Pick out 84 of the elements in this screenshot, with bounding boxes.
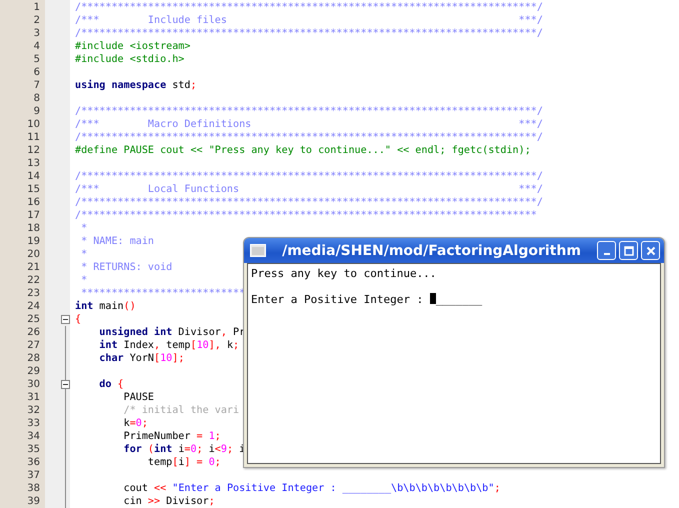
code-line: /*** Include files ***/ xyxy=(75,14,543,27)
line-number: 11 xyxy=(26,131,41,144)
line-number: 19 xyxy=(26,235,41,248)
line-number: 29 xyxy=(26,365,41,378)
code-line: PrimeNumber = 1; xyxy=(122,430,221,443)
line-number: 31 xyxy=(26,391,41,404)
line-number: 12 xyxy=(26,144,41,157)
code-line: temp[i] = 0; xyxy=(146,456,221,469)
code-line: /***************************************************************************/ xyxy=(75,131,543,144)
maximize-icon xyxy=(624,246,634,256)
line-number: 32 xyxy=(26,404,41,417)
minimize-icon xyxy=(604,253,610,255)
line-number: 34 xyxy=(26,430,41,443)
code-line: PAUSE xyxy=(122,391,154,404)
code-line: #define PAUSE cout << "Press any key to continue..." << endl; fgetc(stdin); xyxy=(75,144,531,157)
line-number: 33 xyxy=(26,417,41,430)
line-number: 28 xyxy=(26,352,41,365)
line-number: 18 xyxy=(26,222,41,235)
code-line: k=0; xyxy=(122,417,148,430)
code-line: * xyxy=(80,274,88,287)
fill-in-line[interactable]: _______ xyxy=(436,293,482,306)
line-number: 8 xyxy=(32,92,41,105)
code-line: /***************************************************************************/ xyxy=(75,196,543,209)
fold-toggle-icon[interactable] xyxy=(61,315,70,324)
line-number: 9 xyxy=(32,105,41,118)
line-number: 35 xyxy=(26,443,41,456)
code-line: * RETURNS: void xyxy=(80,261,172,274)
line-number: 24 xyxy=(26,300,41,313)
code-line: /***************************************************************************/ xyxy=(75,105,543,118)
code-line: * xyxy=(80,222,88,235)
code-line: /***************************************************************************/ xyxy=(75,27,543,40)
line-number: 14 xyxy=(26,170,41,183)
line-number: 23 xyxy=(26,287,41,300)
line-number: 7 xyxy=(32,79,41,92)
code-line: /***************************************************************************/ xyxy=(75,1,543,14)
line-number: 13 xyxy=(26,157,41,170)
code-line: /*************************************************************************** xyxy=(75,209,537,222)
line-number: 15 xyxy=(26,183,41,196)
line-number: 20 xyxy=(26,248,41,261)
fold-toggle-icon[interactable] xyxy=(61,380,70,389)
line-number: 1 xyxy=(32,1,41,14)
line-number: 30 xyxy=(26,378,41,391)
terminal-text: Press any key to continue... xyxy=(251,267,436,280)
line-number: 21 xyxy=(26,261,41,274)
code-line: cout << "Enter a Positive Integer : ________\b\b\b\b\b\b\b\b"; xyxy=(122,482,500,495)
code-line: char YorN[10]; xyxy=(98,352,184,365)
code-line: /*** Local Functions ***/ xyxy=(75,183,543,196)
terminal-text: Enter a Positive Integer : xyxy=(251,293,424,306)
line-number: 16 xyxy=(26,196,41,209)
close-button[interactable] xyxy=(641,241,660,260)
line-number: 25 xyxy=(26,313,41,326)
code-line: /* initial the vari xyxy=(122,404,240,417)
maximize-button[interactable] xyxy=(619,241,638,260)
line-number: 6 xyxy=(32,66,41,79)
code-line: int Index, temp[10], k; xyxy=(98,339,240,352)
line-number: 37 xyxy=(26,469,41,482)
line-number: 27 xyxy=(26,339,41,352)
line-number: 4 xyxy=(32,40,41,53)
code-line: /*** Macro Definitions ***/ xyxy=(75,118,543,131)
minimize-button[interactable] xyxy=(597,241,616,260)
line-number: 22 xyxy=(26,274,41,287)
code-line: do { xyxy=(98,378,124,391)
code-line: #include <stdio.h> xyxy=(75,53,184,66)
code-line: /***************************************************************************/ xyxy=(75,170,543,183)
window-title: /media/SHEN/mod/FactoringAlgorithm xyxy=(281,242,582,258)
line-number: 38 xyxy=(26,482,41,495)
code-line: int main() xyxy=(75,300,136,313)
close-icon xyxy=(646,246,656,256)
line-number: 3 xyxy=(32,27,41,40)
code-line: *************************** xyxy=(80,287,246,300)
code-line: using namespace std; xyxy=(75,79,197,92)
line-number: 39 xyxy=(26,495,41,508)
code-line: { xyxy=(75,313,82,326)
line-number: 10 xyxy=(26,118,41,131)
line-number: 5 xyxy=(32,53,41,66)
line-number: 2 xyxy=(32,14,41,27)
code-line: * NAME: main xyxy=(80,235,154,248)
code-line: cin >> Divisor; xyxy=(122,495,215,508)
line-number: 17 xyxy=(26,209,41,222)
code-line: * xyxy=(80,248,88,261)
line-number: 36 xyxy=(26,456,41,469)
window-icon xyxy=(250,244,266,257)
line-number: 26 xyxy=(26,326,41,339)
code-line: #include <iostream> xyxy=(75,40,190,53)
